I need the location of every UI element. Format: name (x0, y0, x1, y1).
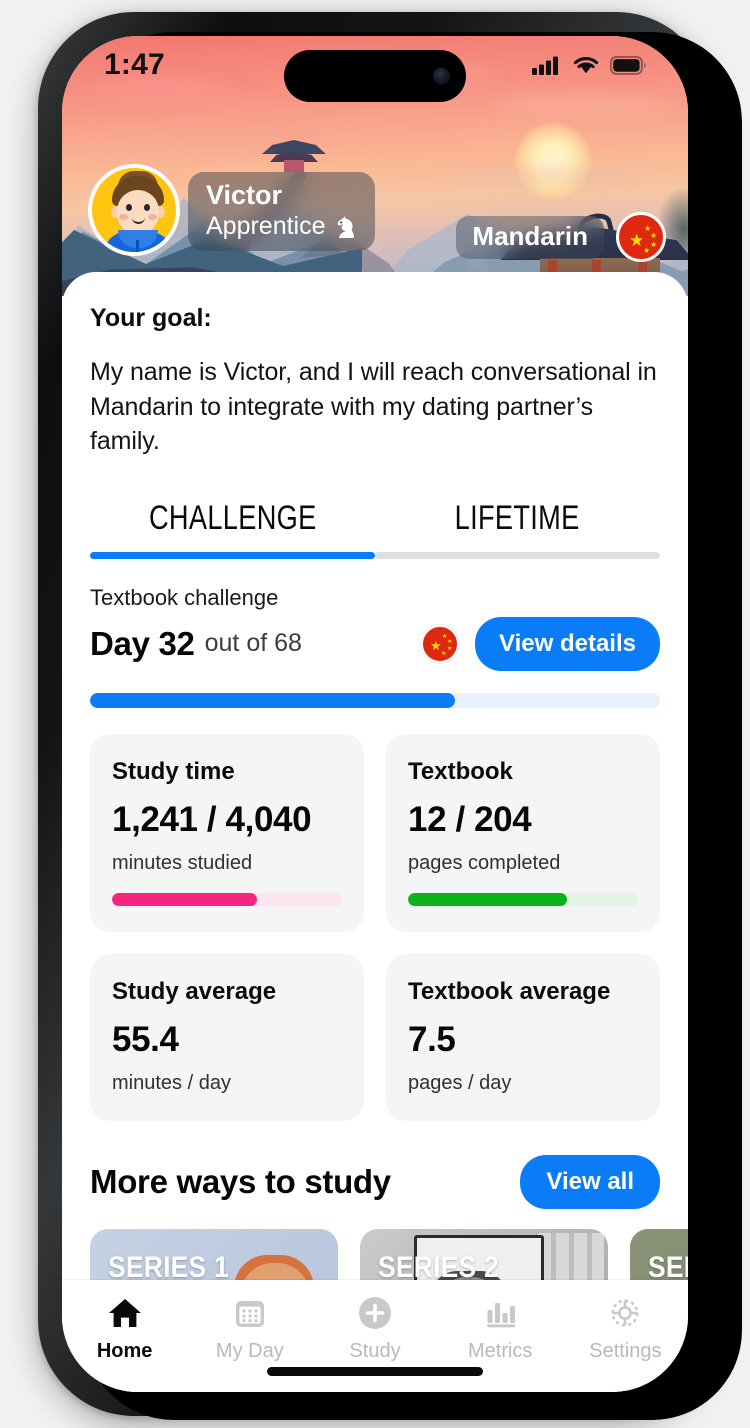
challenge-total: out of 68 (204, 629, 302, 657)
status-indicators (532, 55, 646, 75)
tab-lifetime[interactable]: LIFETIME (375, 499, 660, 559)
stat-unit: pages / day (408, 1071, 512, 1094)
tab-challenge[interactable]: CHALLENGE (90, 499, 375, 559)
language-badge[interactable]: Mandarin (456, 216, 604, 259)
home-indicator[interactable] (267, 1367, 483, 1376)
challenge-row: Day 32 out of 68 ★ ★ ★ ★ ★ View details (90, 616, 660, 671)
stat-card-study-average[interactable]: Study average 55.4 minutes / day (90, 953, 364, 1121)
front-camera-icon (433, 67, 450, 85)
stats-grid: Study time 1,241 / 4,040 minutes studied… (90, 733, 660, 1121)
view-all-button[interactable]: View all (520, 1154, 660, 1209)
tab-lifetime-underline (375, 551, 660, 559)
china-flag-icon: ★ ★ ★ ★ ★ (421, 624, 460, 663)
status-time: 1:47 (104, 48, 165, 81)
stat-value: 7.5 (408, 1019, 456, 1059)
tab-settings[interactable]: Settings (563, 1294, 688, 1363)
tab-metrics[interactable]: Metrics (438, 1294, 563, 1363)
challenge-day: Day 32 (90, 624, 195, 662)
more-ways-title: More ways to study (90, 1162, 391, 1200)
plus-circle-icon (356, 1294, 394, 1332)
user-avatar[interactable] (88, 164, 180, 256)
stat-progress-fill (408, 892, 567, 906)
tab-challenge-underline (90, 551, 375, 559)
battery-icon (610, 55, 646, 75)
stat-title: Study time (112, 757, 235, 785)
dynamic-island (284, 50, 466, 102)
cloud (492, 94, 672, 118)
stat-unit: minutes / day (112, 1071, 231, 1094)
stat-title: Textbook (408, 757, 513, 785)
stat-card-textbook-average[interactable]: Textbook average 7.5 pages / day (386, 953, 660, 1121)
knight-chess-icon (337, 215, 354, 238)
challenge-progress-bar (90, 692, 660, 708)
stat-unit: minutes studied (112, 851, 253, 874)
bar-chart-icon (481, 1294, 519, 1332)
tab-metrics-label: Metrics (467, 1340, 533, 1362)
goal-text: My name is Victor, and I will reach conv… (90, 358, 657, 455)
stat-progress-bar (408, 892, 638, 906)
china-flag-icon[interactable]: ★ ★ ★ ★ ★ (616, 212, 666, 262)
user-name: Victor (206, 180, 283, 210)
phone-screen: 1:47 Victor Apprentice Mandarin ★ ★ ★ ★ … (62, 36, 688, 1392)
stat-value: 1,241 / 4,040 (112, 799, 312, 839)
gear-icon (606, 1294, 644, 1332)
tab-settings-label: Settings (589, 1340, 662, 1362)
goal-label: Your goal: (90, 304, 212, 332)
language-label: Mandarin (472, 221, 588, 251)
stat-value: 12 / 204 (408, 799, 532, 839)
calendar-icon (231, 1294, 269, 1332)
stat-progress-fill (112, 892, 257, 906)
tab-my-day-label: My Day (215, 1340, 284, 1362)
stat-card-study-time[interactable]: Study time 1,241 / 4,040 minutes studied (90, 733, 364, 932)
user-rank-row: Apprentice (206, 212, 357, 242)
pagoda-icon (262, 134, 326, 172)
tab-lifetime-label: LIFETIME (455, 498, 580, 537)
home-icon (106, 1294, 144, 1332)
tab-study-label: Study (349, 1340, 401, 1362)
stat-title: Study average (112, 977, 277, 1005)
wifi-icon (573, 57, 599, 74)
tab-study[interactable]: Study (312, 1294, 437, 1363)
cellular-signal-icon (532, 56, 558, 75)
tab-home-label: Home (96, 1340, 153, 1362)
view-details-button[interactable]: View details (475, 616, 660, 671)
sun-icon (514, 122, 592, 200)
screenshot-stage: 1:47 Victor Apprentice Mandarin ★ ★ ★ ★ … (0, 0, 750, 1428)
stat-unit: pages completed (408, 851, 561, 874)
section-tabs: CHALLENGE LIFETIME (90, 499, 660, 559)
cloud (442, 168, 642, 184)
tab-challenge-label: CHALLENGE (148, 498, 317, 537)
challenge-progress-fill (90, 692, 455, 708)
tab-home[interactable]: Home (62, 1294, 187, 1363)
stat-title: Textbook average (408, 977, 611, 1005)
tab-my-day[interactable]: My Day (187, 1294, 312, 1363)
stat-value: 55.4 (112, 1019, 179, 1059)
user-rank-label: Apprentice (206, 211, 326, 240)
user-name-badge[interactable]: Victor Apprentice (188, 172, 375, 252)
challenge-title: Textbook challenge (90, 584, 279, 610)
more-ways-header: More ways to study View all (90, 1154, 660, 1209)
stat-card-textbook[interactable]: Textbook 12 / 204 pages completed (386, 733, 660, 932)
stat-progress-bar (112, 892, 342, 906)
content-card: Your goal: My name is Victor, and I will… (62, 272, 688, 1392)
